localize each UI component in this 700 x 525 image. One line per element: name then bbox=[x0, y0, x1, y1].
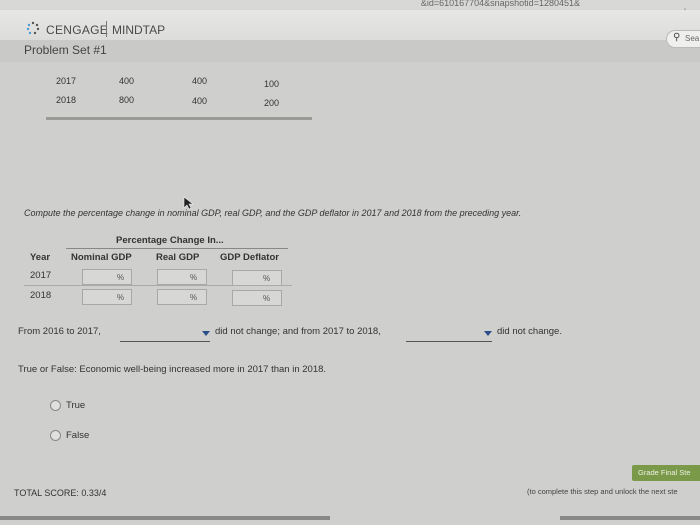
percent-sign: % bbox=[190, 273, 198, 282]
browser-url-bar[interactable]: &id=610167704&snapshotid=1280451& ☆ bbox=[0, 0, 700, 19]
bottom-divider bbox=[560, 516, 700, 520]
brand-divider bbox=[106, 21, 107, 37]
dropdown-arrow-icon bbox=[202, 331, 210, 336]
col-header-real-gdp: Real GDP bbox=[156, 252, 200, 263]
percent-sign: % bbox=[263, 294, 271, 303]
app-header: CENGAGE MINDTAP bbox=[0, 10, 700, 40]
gdp-deflator-2017-input[interactable]: % bbox=[232, 270, 282, 286]
radio-true[interactable] bbox=[50, 400, 61, 411]
nominal-gdp-2017-input[interactable]: % bbox=[82, 269, 132, 285]
pct-change-header: Percentage Change In... bbox=[116, 235, 224, 246]
q2-text-part3: did not change. bbox=[497, 326, 562, 337]
brand-name: CENGAGE bbox=[46, 23, 109, 37]
q2-text-part1: From 2016 to 2017, bbox=[18, 326, 101, 337]
header-rule bbox=[66, 248, 288, 249]
product-name: MINDTAP bbox=[112, 23, 166, 37]
percent-sign: % bbox=[190, 293, 198, 302]
search-input[interactable]: ⚲ Sea bbox=[666, 30, 700, 48]
col-header-gdp-deflator: GDP Deflator bbox=[220, 252, 279, 263]
search-icon[interactable]: ⚲ bbox=[673, 32, 680, 43]
percent-sign: % bbox=[117, 293, 125, 302]
total-score: TOTAL SCORE: 0.33/4 bbox=[14, 488, 107, 498]
cursor-icon bbox=[183, 196, 194, 210]
table-cell: 100 bbox=[264, 79, 280, 89]
row-year: 2018 bbox=[30, 290, 52, 301]
problem-content: 2017 400 400 100 2018 800 400 200 Comput… bbox=[0, 62, 700, 525]
q2-dropdown-2[interactable] bbox=[406, 328, 492, 342]
radio-false[interactable] bbox=[50, 430, 61, 441]
search-placeholder: Sea bbox=[685, 34, 700, 43]
table-cell: 2017 bbox=[56, 76, 77, 86]
q3-prompt: True or False: Economic well-being incre… bbox=[18, 364, 327, 375]
url-text: &id=610167704&snapshotid=1280451& bbox=[420, 0, 580, 8]
q1-instructions: Compute the percentage change in nominal… bbox=[24, 208, 522, 218]
percent-sign: % bbox=[263, 274, 271, 283]
row-rule bbox=[24, 285, 292, 286]
gdp-deflator-2018-input[interactable]: % bbox=[232, 290, 282, 306]
col-header-nominal-gdp: Nominal GDP bbox=[71, 252, 132, 263]
table-rule bbox=[46, 117, 312, 120]
table-cell: 200 bbox=[264, 98, 280, 108]
nominal-gdp-2018-input[interactable]: % bbox=[82, 289, 132, 305]
row-year: 2017 bbox=[30, 270, 52, 281]
bottom-divider bbox=[0, 516, 330, 520]
radio-label-false[interactable]: False bbox=[66, 430, 89, 441]
table-cell: 2018 bbox=[56, 95, 77, 105]
dropdown-arrow-icon bbox=[484, 331, 492, 336]
q2-dropdown-1[interactable] bbox=[120, 328, 210, 342]
real-gdp-2017-input[interactable]: % bbox=[157, 269, 207, 285]
q2-text-part2: did not change; and from 2017 to 2018, bbox=[215, 326, 381, 337]
grade-note: (to complete this step and unlock the ne… bbox=[527, 487, 678, 496]
col-header-year: Year bbox=[30, 252, 51, 263]
page-title: Problem Set #1 bbox=[24, 43, 107, 57]
radio-label-true[interactable]: True bbox=[66, 400, 85, 411]
grade-final-step-button[interactable]: Grade Final Ste bbox=[632, 465, 700, 481]
percent-sign: % bbox=[117, 273, 125, 282]
table-cell: 800 bbox=[119, 95, 135, 105]
table-cell: 400 bbox=[192, 76, 208, 86]
real-gdp-2018-input[interactable]: % bbox=[157, 289, 207, 305]
cengage-logo-icon bbox=[26, 21, 40, 35]
table-cell: 400 bbox=[192, 96, 208, 106]
table-cell: 400 bbox=[119, 76, 135, 86]
